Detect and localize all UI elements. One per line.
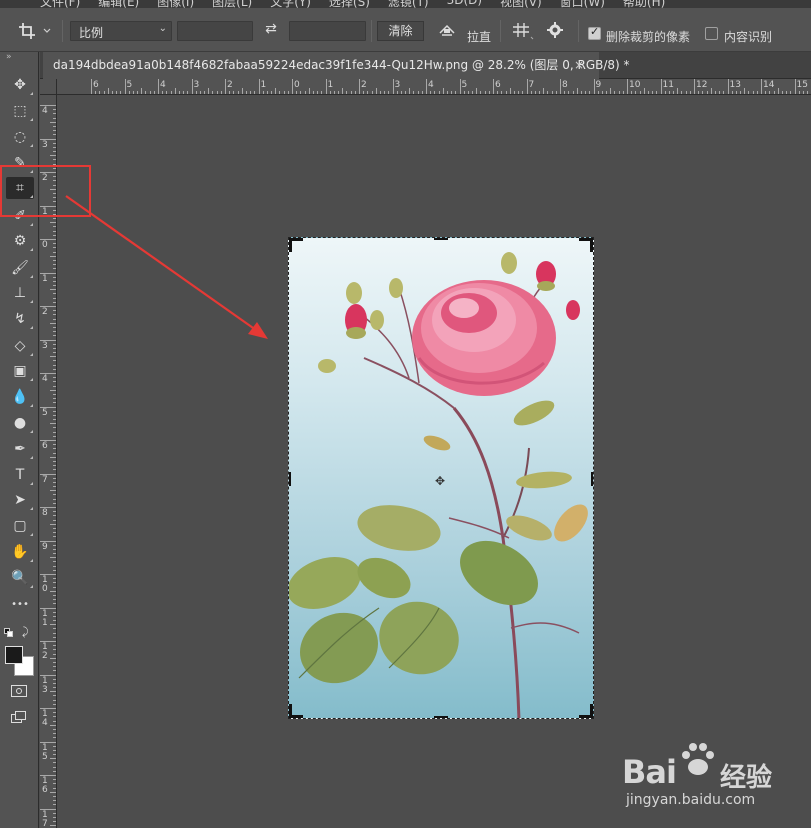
highlight-box — [0, 165, 91, 217]
baidu-jingyan-watermark: Bai 经验 jingyan.baidu.com — [620, 735, 810, 810]
annotation-overlay — [0, 165, 268, 339]
arrow-head-icon — [248, 322, 268, 339]
watermark-url: jingyan.baidu.com — [626, 792, 756, 808]
annotation-arrow — [65, 195, 257, 331]
watermark-brand-cn: 经验 — [720, 763, 773, 793]
watermark-brand: Bai — [622, 753, 677, 791]
paw-logo-icon — [682, 743, 714, 775]
